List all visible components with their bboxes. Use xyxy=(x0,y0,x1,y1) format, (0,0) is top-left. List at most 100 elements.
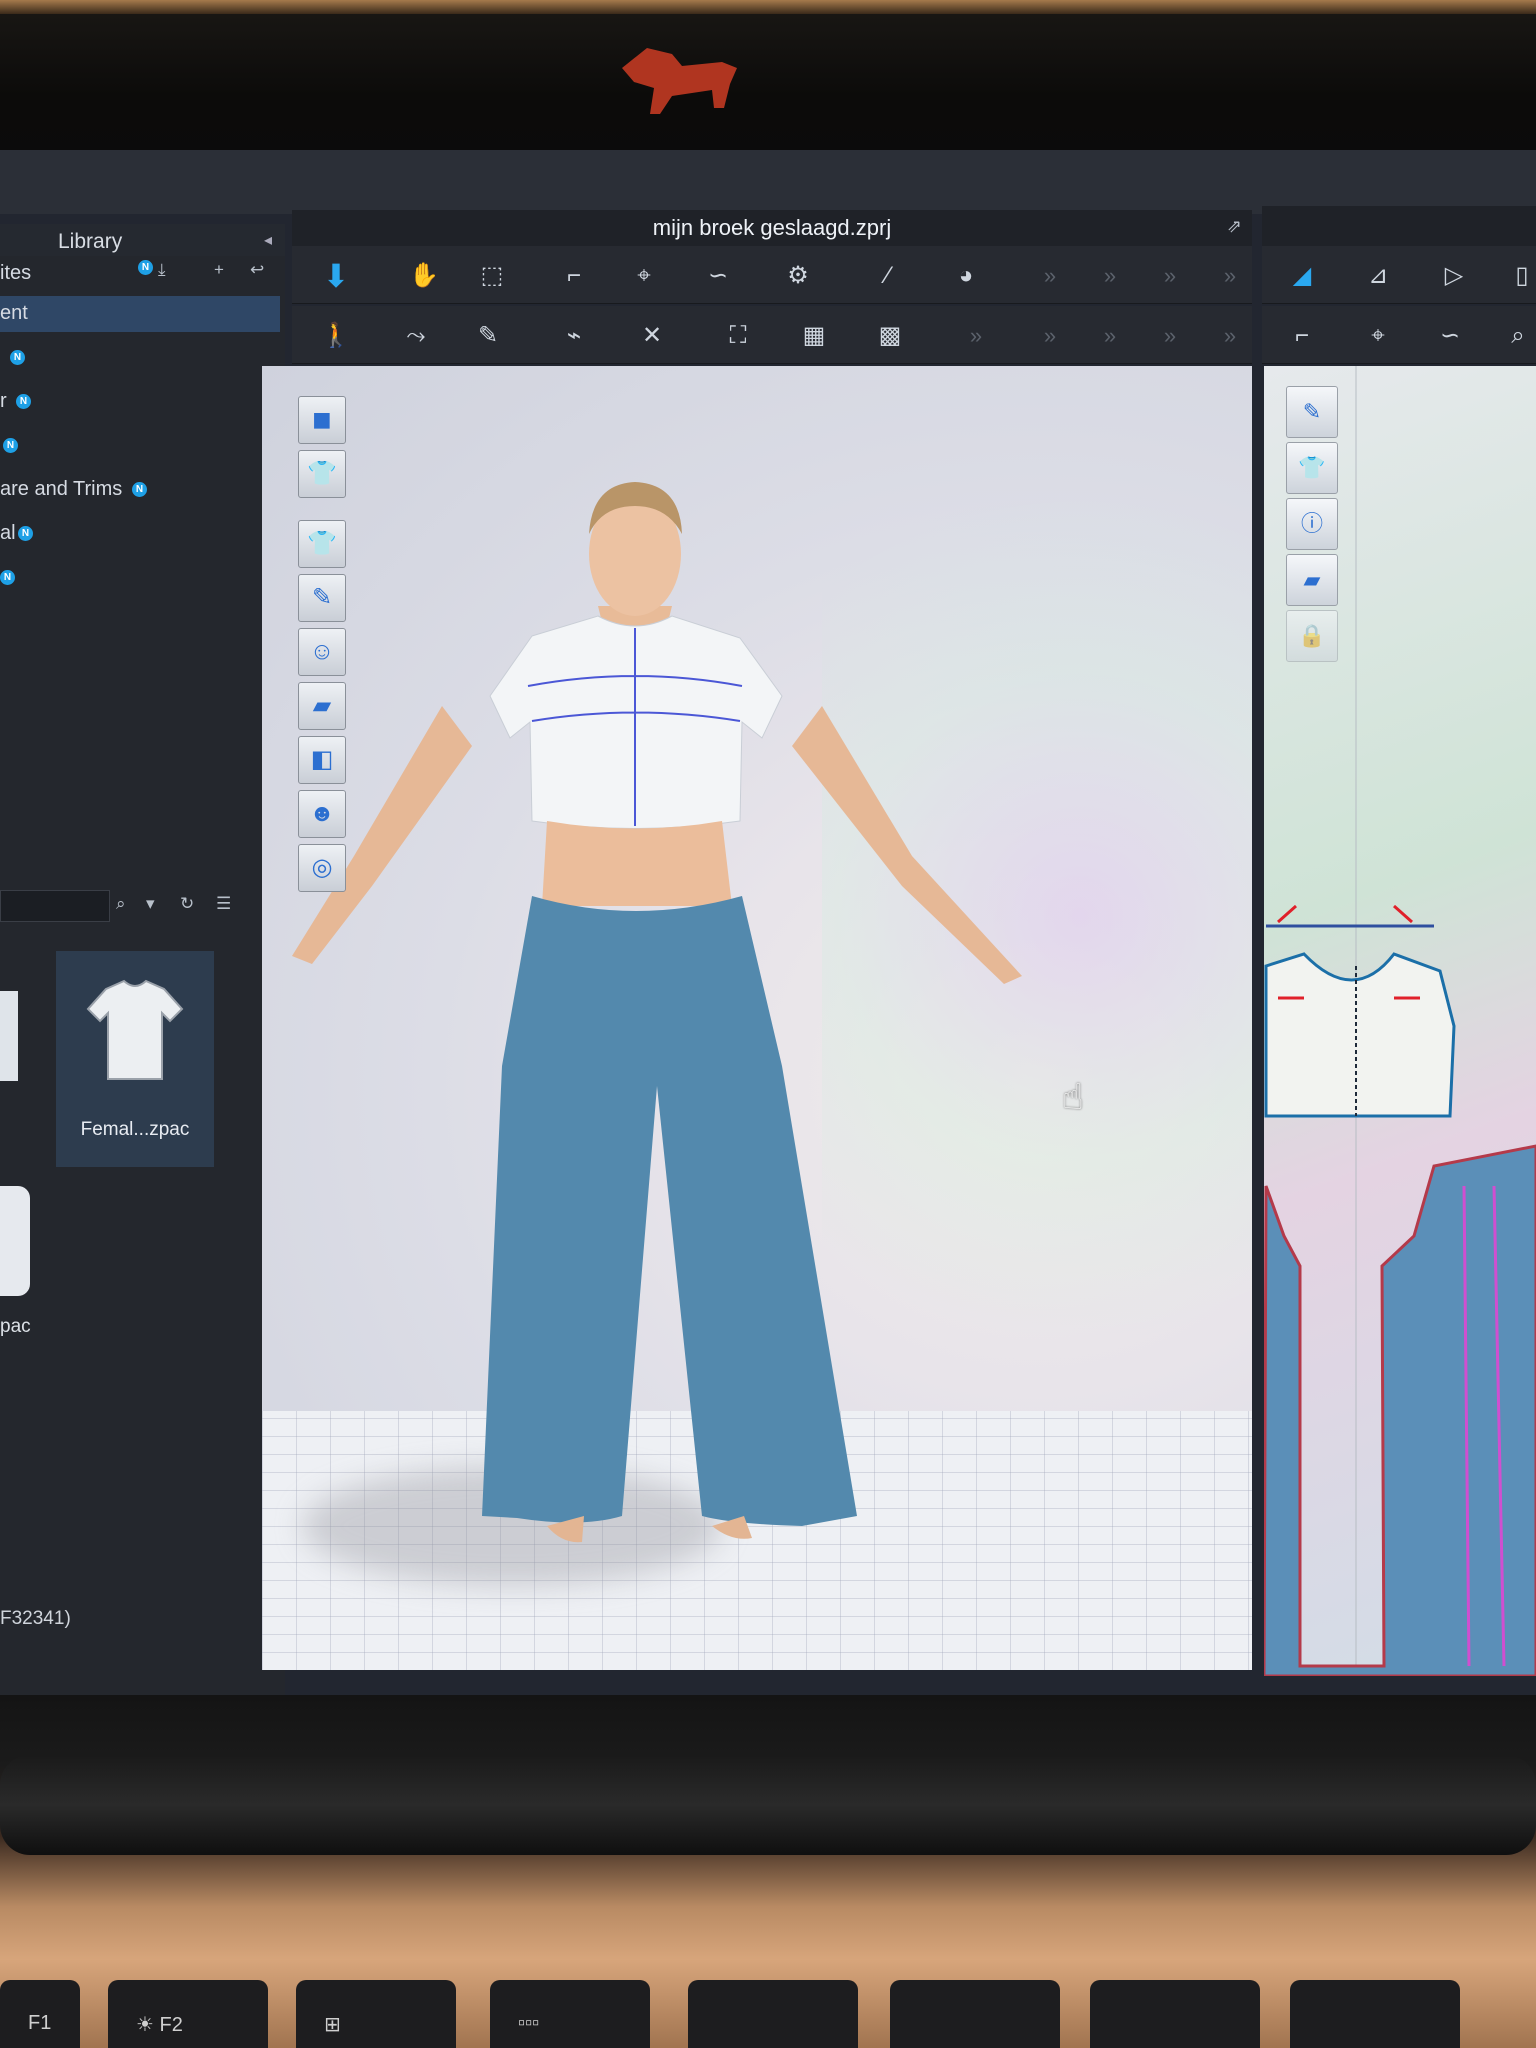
tshirt-icon xyxy=(0,1186,30,1296)
library-item-label: are and Trims xyxy=(0,478,123,500)
pattern-toolbar-row-1: ◢ ⊿ ▷ ▯ xyxy=(1262,246,1536,304)
edit-curve-2d-icon[interactable]: ⌖ xyxy=(1358,316,1398,356)
more-tools-icon[interactable]: » xyxy=(1030,316,1070,356)
more-tools-icon[interactable]: » xyxy=(1090,316,1130,356)
external-link-icon[interactable]: ⇗ xyxy=(1227,216,1242,237)
new-badge: N xyxy=(3,438,18,453)
edit-pattern-icon[interactable]: ⌐ xyxy=(554,256,594,296)
edit-curve-icon[interactable]: ∽ xyxy=(698,256,738,296)
2d-pattern-window[interactable]: ✎ 👕 ⓘ ▰ 🔒 xyxy=(1264,366,1536,1676)
library-item-selected[interactable]: ent xyxy=(0,296,280,332)
library-item[interactable]: N xyxy=(0,560,280,596)
toolbar-row-1: ⬇ ✋ ⬚ ⌐ ⌖ ∽ ⚙ ⁄ ◕ » » » » xyxy=(292,246,1252,304)
3d-view-icon[interactable]: ◼ xyxy=(298,396,346,444)
environment-icon[interactable]: ◎ xyxy=(298,844,346,892)
screen: Library ◂ ites N ⤓ + ↩ ent N r N N are a… xyxy=(0,150,1536,1695)
show-shader-icon[interactable]: ◧ xyxy=(298,736,346,784)
sewing-icon[interactable]: ⚙ xyxy=(778,256,818,296)
library-item[interactable]: al N xyxy=(0,516,280,552)
bodice-pattern-piece[interactable] xyxy=(1264,952,1456,1118)
library-item[interactable]: are and Trims N xyxy=(0,472,280,508)
dog-logo-icon xyxy=(622,48,737,114)
library-thumbnail[interactable]: pac xyxy=(0,1176,40,1346)
texture-garment-icon[interactable]: ▦ xyxy=(794,316,834,356)
f6-key xyxy=(890,1980,1060,2048)
library-item-label: r xyxy=(0,390,7,412)
more-tools-icon[interactable]: » xyxy=(1150,256,1190,296)
search-icon[interactable]: ⌕ xyxy=(1498,316,1536,356)
background-rim xyxy=(0,0,1536,14)
search-icon[interactable]: ⌕ xyxy=(116,894,140,918)
select-box-icon[interactable]: ⬚ xyxy=(472,256,512,296)
library-thumbnail[interactable]: Femal...zpac xyxy=(56,951,214,1167)
collapse-arrow-icon[interactable]: ◂ xyxy=(264,230,272,250)
list-view-icon[interactable]: ☰ xyxy=(216,894,240,918)
edit-pattern-2d-icon[interactable]: ▷ xyxy=(1434,256,1474,296)
check-sewing-icon[interactable]: ⌁ xyxy=(554,316,594,356)
more-tools-icon[interactable]: » xyxy=(1150,316,1190,356)
more-tools-icon[interactable]: » xyxy=(956,316,996,356)
library-sidebar: ites N ⤓ + ↩ ent N r N N are and Trims N xyxy=(0,256,285,1695)
chevron-down-icon[interactable]: ▾ xyxy=(146,894,170,918)
select-mesh-icon[interactable]: ⬇ xyxy=(316,256,356,296)
more-tools-icon[interactable]: » xyxy=(1210,316,1250,356)
library-thumbnail-partial[interactable] xyxy=(0,951,22,1167)
fabric-garment-icon[interactable]: ▩ xyxy=(870,316,910,356)
laptop-bezel xyxy=(0,0,1536,160)
pin-icon[interactable]: ⁄ xyxy=(868,256,908,296)
garment-view-icon[interactable]: 👕 xyxy=(298,450,346,498)
add-point-2d-icon[interactable]: ∽ xyxy=(1430,316,1470,356)
f3-key: ⊞ xyxy=(296,1980,456,2048)
back-icon[interactable]: ↩ xyxy=(250,260,274,284)
window-title-bar: mijn broek geslaagd.zprj ⇗ xyxy=(292,210,1252,246)
refresh-icon[interactable]: ↻ xyxy=(180,894,204,918)
pattern-window-title-bar xyxy=(1262,206,1536,246)
avatar-icon[interactable]: ☻ xyxy=(298,790,346,838)
library-item-label: ites xyxy=(0,262,32,284)
new-badge: N xyxy=(18,526,33,541)
more-tools-icon[interactable]: ▯ xyxy=(1502,256,1536,296)
show-avatar-icon[interactable]: ☺ xyxy=(298,628,346,676)
avatar-3d-figure[interactable] xyxy=(262,366,1252,1670)
f4-key: ▫▫▫ xyxy=(490,1980,650,2048)
edit-point-icon[interactable]: ⌖ xyxy=(624,256,664,296)
library-search-input[interactable] xyxy=(0,890,110,922)
avatar-pose-icon[interactable]: 🚶 xyxy=(316,316,356,356)
select-move-icon[interactable]: ◢ xyxy=(1282,256,1322,296)
library-header: Library ◂ xyxy=(0,224,285,256)
tack-icon[interactable]: ✕ xyxy=(632,316,672,356)
wide-leg-pants[interactable] xyxy=(482,896,857,1526)
show-garment-icon[interactable]: 👕 xyxy=(298,520,346,568)
3d-viewport[interactable]: ☝ ◼ 👕 👕 ✎ ☺ ▰ ◧ ☻ ◎ xyxy=(262,366,1252,1670)
more-tools-icon[interactable]: » xyxy=(1030,256,1070,296)
library-item[interactable]: r N xyxy=(0,384,280,420)
toolbar-row-2: 🚶 ⤳ ✎ ⌁ ✕ ⛶ ▦ ▩ » » » » » xyxy=(292,306,1252,364)
transform-pattern-icon[interactable]: ✋ xyxy=(404,256,444,296)
f5-key xyxy=(688,1980,858,2048)
new-badge: N xyxy=(0,570,15,585)
library-item[interactable]: N xyxy=(0,428,280,464)
free-sewing-icon[interactable]: ✎ xyxy=(468,316,508,356)
edit-point-2d-icon[interactable]: ⌐ xyxy=(1282,316,1322,356)
library-item-label: al xyxy=(0,522,16,544)
more-tools-icon[interactable]: » xyxy=(1090,256,1130,296)
show-fabric-icon[interactable]: ▰ xyxy=(298,682,346,730)
library-item[interactable]: N xyxy=(0,340,280,376)
segment-sewing-icon[interactable]: ⤳ xyxy=(396,316,436,356)
transform-2d-icon[interactable]: ⊿ xyxy=(1358,256,1398,296)
new-badge: N xyxy=(10,350,25,365)
add-icon[interactable]: + xyxy=(214,260,238,284)
library-item-label: ent xyxy=(0,302,28,324)
download-icon[interactable]: ⤓ xyxy=(158,260,182,284)
library-item[interactable]: ites N ⤓ + ↩ xyxy=(0,256,280,292)
fold-icon[interactable]: ◕ xyxy=(946,256,986,296)
new-badge: N xyxy=(132,482,147,497)
show-avatar-pattern-icon[interactable]: ✎ xyxy=(298,574,346,622)
f8-key xyxy=(1290,1980,1460,2048)
thumbnail-label: pac xyxy=(0,1316,31,1337)
status-text: F32341) xyxy=(0,1608,71,1629)
more-tools-icon[interactable]: » xyxy=(1210,256,1250,296)
sewing-garment-icon[interactable]: ⛶ xyxy=(718,316,758,356)
pattern-pieces[interactable] xyxy=(1264,366,1536,1676)
pattern-toolbar-row-2: ⌐ ⌖ ∽ ⌕ xyxy=(1262,306,1536,364)
